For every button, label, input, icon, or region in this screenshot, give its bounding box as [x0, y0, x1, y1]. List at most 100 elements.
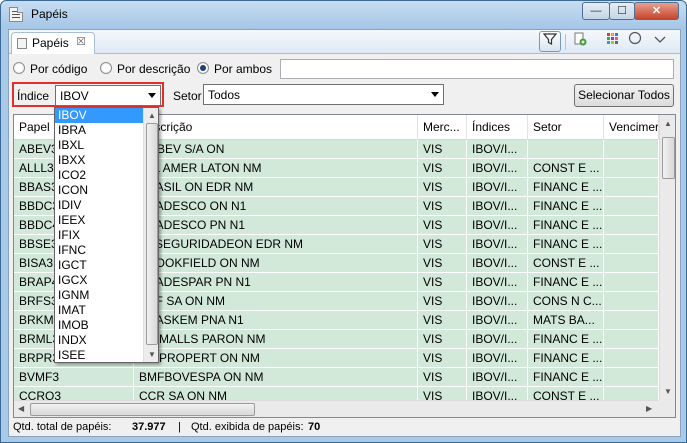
cell-indices: IBOV/I...: [467, 159, 528, 177]
cell-descricao: BMFBOVESPA ON NM: [134, 368, 418, 386]
tab-papeis[interactable]: Papéis ☒: [11, 32, 95, 54]
dropdown-item[interactable]: IMOB: [55, 318, 144, 333]
dropdown-item[interactable]: IGCT: [55, 258, 144, 273]
dropdown-item[interactable]: ISEE: [55, 348, 144, 362]
cell-setor: FINANC E ...: [528, 368, 604, 386]
dropdown-item[interactable]: IBOV: [55, 108, 144, 123]
cell-descricao: BRF SA ON NM: [134, 292, 418, 310]
filter-icon[interactable]: [539, 31, 561, 52]
cell-papel: BVMF3: [14, 368, 134, 386]
radio-label-por-descricao[interactable]: Por descrição: [117, 62, 190, 76]
cell-mercado: VIS: [418, 311, 467, 329]
cell-mercado: VIS: [418, 292, 467, 310]
dropdown-item[interactable]: IFIX: [55, 228, 144, 243]
dropdown-item[interactable]: IMAT: [55, 303, 144, 318]
document-add-icon[interactable]: [569, 31, 591, 52]
vertical-scroll-thumb[interactable]: [662, 137, 675, 179]
radio-por-descricao[interactable]: [100, 62, 112, 74]
indice-select[interactable]: IBOV: [55, 85, 161, 106]
dropdown-item[interactable]: IGNM: [55, 288, 144, 303]
close-button[interactable]: ✕: [634, 2, 679, 20]
cell-vencimento: [604, 273, 659, 291]
cell-mercado: VIS: [418, 330, 467, 348]
scroll-up-icon[interactable]: ▲: [148, 111, 156, 120]
maximize-button[interactable]: ☐: [609, 2, 635, 20]
total-papers-value: 37.977: [132, 421, 166, 433]
cell-mercado: VIS: [418, 197, 467, 215]
dropdown-item[interactable]: IFNC: [55, 243, 144, 258]
scroll-down-icon[interactable]: ▼: [664, 387, 672, 396]
horizontal-scroll-thumb[interactable]: [30, 403, 255, 416]
dropdown-item[interactable]: IBRA: [55, 123, 144, 138]
cell-mercado: VIS: [418, 273, 467, 291]
scroll-corner: [659, 400, 675, 417]
title-bar[interactable]: Papéis — ☐ ✕: [1, 1, 686, 29]
minimize-button[interactable]: —: [582, 2, 610, 20]
cell-setor: FINANC E ...: [528, 330, 604, 348]
select-all-button[interactable]: Selecionar Todos: [574, 84, 674, 107]
cell-vencimento: [604, 197, 659, 215]
column-header-setor[interactable]: Setor: [528, 115, 604, 140]
dropdown-item[interactable]: ICON: [55, 183, 144, 198]
setor-select-value: Todos: [208, 88, 241, 102]
radio-por-codigo[interactable]: [13, 62, 25, 74]
cell-descricao: BR PROPERT ON NM: [134, 349, 418, 367]
column-header-indices[interactable]: Índices: [467, 115, 528, 140]
setor-select[interactable]: Todos: [203, 84, 444, 105]
cell-descricao: BRADESCO PN N1: [134, 216, 418, 234]
column-header-mercado[interactable]: Merc...: [418, 115, 467, 140]
cell-vencimento: [604, 178, 659, 196]
window-title: Papéis: [31, 7, 68, 21]
cell-descricao: AMBEV S/A ON: [134, 140, 418, 158]
circle-icon[interactable]: [624, 31, 646, 52]
radio-por-ambos[interactable]: [197, 62, 209, 74]
view-tab-bar: Papéis ☒: [9, 30, 680, 54]
radio-label-por-codigo[interactable]: Por código: [30, 62, 87, 76]
search-input[interactable]: [280, 59, 674, 79]
cell-indices: IBOV/I...: [467, 254, 528, 272]
dropdown-scroll-thumb[interactable]: [146, 123, 158, 345]
total-papers-label: Qtd. total de papéis:: [13, 421, 112, 433]
vertical-scrollbar[interactable]: ▲ ▼: [659, 115, 675, 400]
dropdown-item[interactable]: IEEX: [55, 213, 144, 228]
table-row[interactable]: BVMF3 BMFBOVESPA ON NM VIS IBOV/I... FINANC …: [14, 368, 659, 387]
cell-vencimento: [604, 140, 659, 158]
cell-vencimento: [604, 159, 659, 177]
cell-descricao: BR MALLS PARON NM: [134, 330, 418, 348]
cell-setor: CONS N C...: [528, 292, 604, 310]
cell-indices: IBOV/I...: [467, 292, 528, 310]
dropdown-scrollbar[interactable]: ▲ ▼: [143, 108, 158, 362]
dropdown-item[interactable]: ICO2: [55, 168, 144, 183]
scroll-right-icon[interactable]: ▶: [646, 404, 652, 413]
scroll-up-icon[interactable]: ▲: [664, 119, 672, 128]
search-mode-row: Por código Por descrição Por ambos: [9, 54, 680, 81]
cell-setor: FINANC E ...: [528, 235, 604, 253]
cell-descricao: BRASKEM PNA N1: [134, 311, 418, 329]
dropdown-item[interactable]: IDIV: [55, 198, 144, 213]
cell-indices: IBOV/I...: [467, 140, 528, 158]
scroll-down-icon[interactable]: ▼: [148, 350, 156, 359]
horizontal-scrollbar[interactable]: ◀ ▶: [14, 400, 659, 417]
tab-close-icon[interactable]: ☒: [76, 35, 86, 48]
dropdown-item[interactable]: IBXX: [55, 153, 144, 168]
tab-label: Papéis: [32, 36, 69, 50]
column-header-vencimento[interactable]: Vencimer: [604, 115, 659, 140]
view-menu-icon[interactable]: [649, 31, 671, 52]
cell-descricao: BRASIL ON EDR NM: [134, 178, 418, 196]
dropdown-item[interactable]: IGCX: [55, 273, 144, 288]
grid-color-icon[interactable]: [602, 31, 624, 52]
dropdown-item[interactable]: INDX: [55, 333, 144, 348]
cell-mercado: VIS: [418, 178, 467, 196]
radio-label-por-ambos[interactable]: Por ambos: [214, 62, 272, 76]
column-header-descricao[interactable]: Descrição: [134, 115, 418, 140]
shown-papers-value: 70: [308, 421, 321, 433]
cell-setor: MATS BA...: [528, 311, 604, 329]
dropdown-item[interactable]: IBXL: [55, 138, 144, 153]
cell-indices: IBOV/I...: [467, 216, 528, 234]
cell-vencimento: [604, 235, 659, 253]
cell-descricao: BRADESPAR PN N1: [134, 273, 418, 291]
cell-setor: FINANC E ...: [528, 197, 604, 215]
scroll-left-icon[interactable]: ◀: [18, 404, 24, 413]
cell-indices: IBOV/I...: [467, 330, 528, 348]
cell-setor: FINANC E ...: [528, 178, 604, 196]
